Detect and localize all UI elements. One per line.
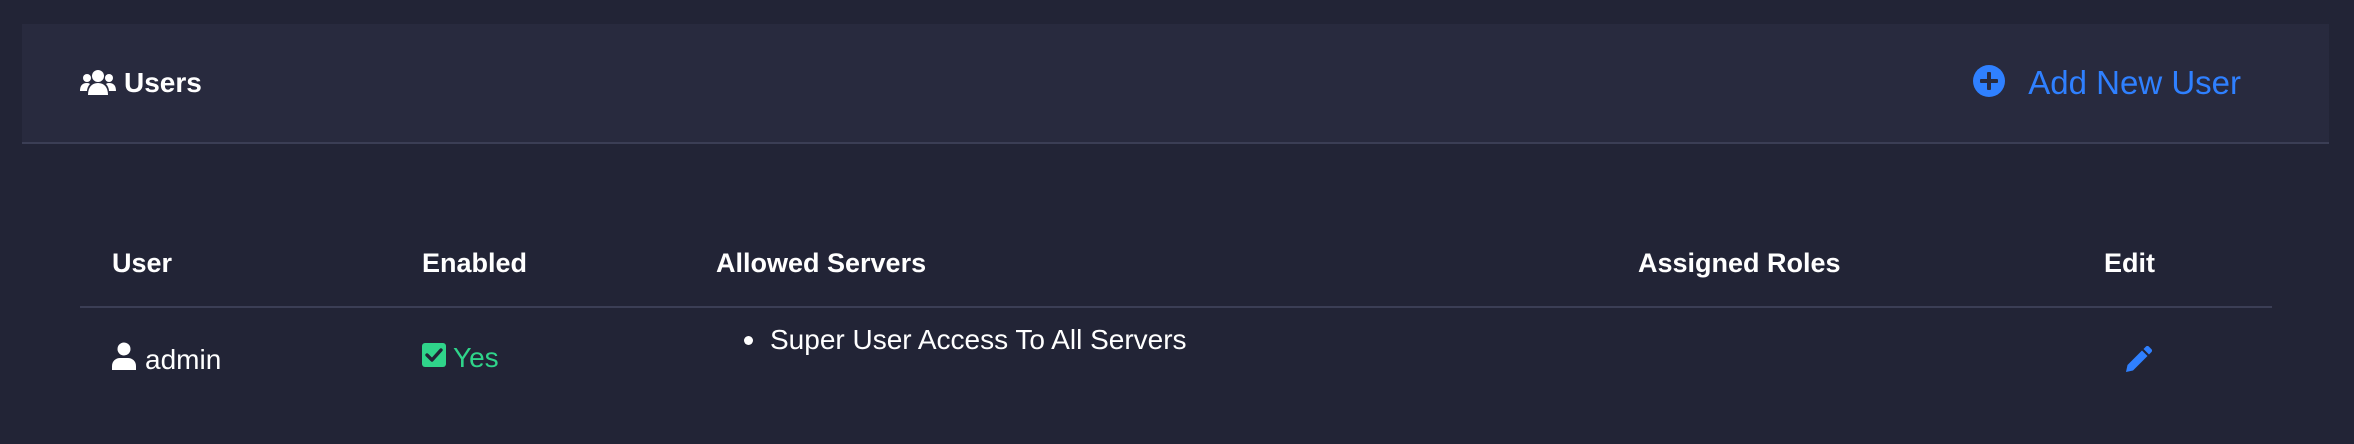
column-header-edit: Edit [2104,248,2155,278]
card-header: Users Add New User [22,24,2329,144]
column-header-assigned-roles: Assigned Roles [1638,248,1841,278]
users-table: User Enabled Allowed Servers Assigned Ro… [80,218,2272,428]
user-cell: admin [112,342,221,377]
column-header-user: User [112,248,173,278]
allowed-servers-list: Super User Access To All Servers [744,324,1187,356]
table-header: User Enabled Allowed Servers Assigned Ro… [80,218,2272,308]
column-header-allowed-servers: Allowed Servers [716,248,927,278]
table-row: admin Yes Super User Access To All Serve… [80,308,2272,428]
users-icon [80,69,116,97]
add-new-user-button[interactable]: Add New User [1972,24,2241,142]
add-new-user-label: Add New User [2028,64,2241,101]
header-title: Users [80,24,202,142]
enabled-status: Yes [453,342,499,373]
edit-user-button[interactable] [2124,345,2153,381]
users-card: Users Add New User User Enabled Allowed … [22,24,2329,444]
plus-circle-icon [1972,64,2006,103]
user-icon [112,342,136,377]
user-name: admin [145,343,222,375]
column-header-enabled: Enabled [422,248,528,278]
list-bullet [744,335,753,345]
pencil-icon [2124,345,2153,381]
list-item: Super User Access To All Servers [770,324,1187,355]
enabled-cell: Yes [422,342,499,374]
page-title: Users [124,67,202,98]
check-square-icon [422,342,446,374]
